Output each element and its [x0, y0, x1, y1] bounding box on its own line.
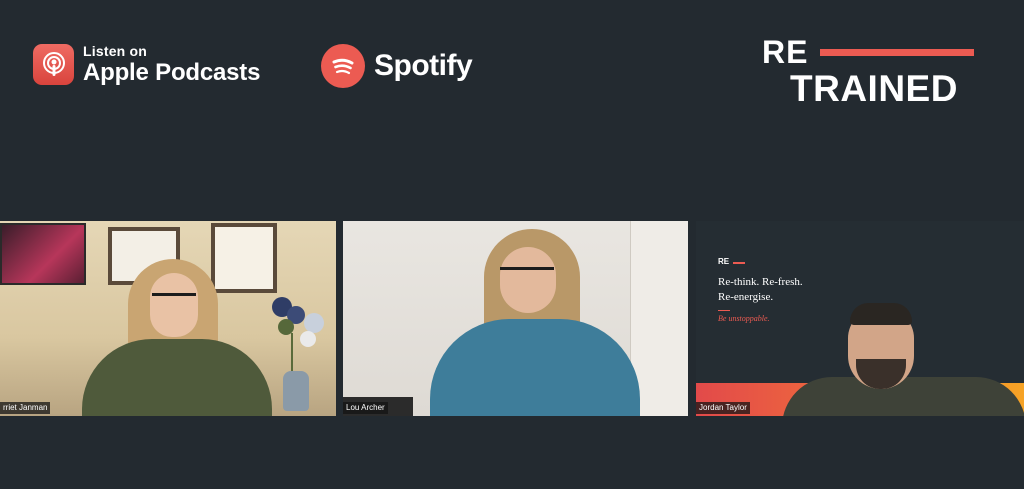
apple-podcasts-icon: [33, 44, 74, 85]
participant-video-person-face: [500, 247, 556, 313]
retrained-logo: RE TRAINED: [762, 34, 977, 109]
participant-video-person-body: [782, 377, 1024, 416]
branding-line-2: Re-energise.: [718, 291, 774, 303]
video-tile-participant-3[interactable]: RE Re-think. Re-fresh. Re-energise. Be u…: [696, 221, 1024, 416]
branding-accent-line: [733, 262, 745, 264]
participant-video-person-hair: [850, 303, 912, 325]
branding-tagline: Be unstoppable.: [718, 314, 770, 323]
branding-line-1: Re-think. Re-fresh.: [718, 276, 803, 288]
vase: [283, 371, 309, 411]
participant-video-person-body: [430, 319, 640, 416]
wall-certificate: [211, 223, 277, 293]
participant-name-tag: Jordan Taylor: [696, 402, 750, 414]
spotify-icon: [321, 44, 365, 88]
apple-listen-label: Listen on: [83, 43, 148, 59]
apple-podcasts-label: Apple Podcasts: [83, 59, 261, 86]
podcast-header: Listen on Apple Podcasts Spotify RE TRAI…: [0, 0, 1024, 220]
flower-arrangement: [272, 297, 324, 371]
participant-name-tag: Lou Archer: [343, 402, 388, 414]
video-tile-participant-2[interactable]: Lou Archer: [343, 221, 688, 416]
spotify-label: Spotify: [374, 49, 473, 82]
branding-divider: [718, 310, 730, 311]
participant-name-tag: rriet Janman: [0, 402, 51, 414]
wall-artwork: [0, 223, 86, 285]
glasses: [152, 293, 196, 306]
logo-re-text: RE: [762, 34, 809, 70]
video-tile-participant-1[interactable]: rriet Janman: [0, 221, 336, 416]
glasses: [500, 267, 554, 280]
logo-trained-text: TRAINED: [790, 68, 958, 109]
apple-podcasts-badge[interactable]: Listen on Apple Podcasts: [33, 44, 260, 85]
participant-video-person-body: [82, 339, 272, 416]
spotify-badge[interactable]: Spotify: [321, 44, 473, 88]
apple-podcasts-text: Listen on Apple Podcasts: [83, 44, 260, 85]
logo-accent-bar: [820, 49, 974, 56]
branding-mark: RE: [718, 257, 730, 266]
